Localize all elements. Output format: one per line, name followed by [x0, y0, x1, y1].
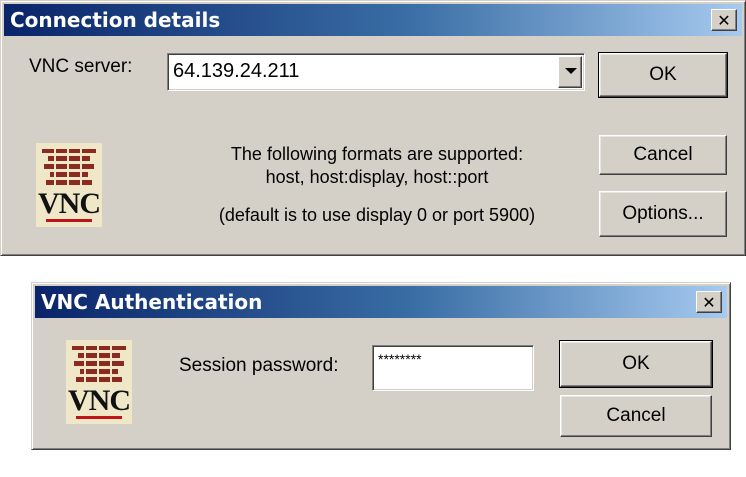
- ok-button[interactable]: OK: [598, 52, 728, 98]
- cancel-button[interactable]: Cancel: [599, 135, 727, 175]
- vnc-authentication-dialog: VNC Authentication ✕ VNC Session passwor: [31, 282, 731, 450]
- close-button[interactable]: ✕: [711, 9, 737, 31]
- logo-text: VNC: [38, 187, 101, 220]
- tightvnc-logo: VNC: [66, 340, 132, 424]
- connection-details-dialog: Connection details ✕ VNC server: 64.139.…: [0, 0, 746, 256]
- default-port-note: (default is to use display 0 or port 590…: [218, 205, 536, 225]
- formats-info-line1: The following formats are supported:: [230, 144, 524, 164]
- tightvnc-logo: VNC: [36, 143, 102, 227]
- vnc-server-value: 64.139.24.211: [173, 60, 300, 82]
- dialog-title: Connection details: [10, 8, 221, 32]
- session-password-field[interactable]: ********: [372, 345, 534, 391]
- chevron-down-icon[interactable]: [558, 56, 582, 88]
- dialog-title: VNC Authentication: [41, 290, 263, 314]
- session-password-value: ********: [378, 351, 422, 367]
- options-button[interactable]: Options...: [599, 191, 727, 237]
- cancel-button[interactable]: Cancel: [560, 395, 712, 437]
- close-button[interactable]: ✕: [696, 291, 722, 313]
- vnc-server-label: VNC server:: [29, 56, 133, 77]
- session-password-label: Session password:: [179, 355, 339, 376]
- title-bar[interactable]: VNC Authentication ✕: [35, 286, 727, 318]
- formats-info-line2: host, host:display, host::port: [265, 167, 489, 187]
- vnc-server-combobox[interactable]: 64.139.24.211: [167, 53, 585, 91]
- close-icon: ✕: [702, 293, 716, 312]
- ok-button[interactable]: OK: [559, 340, 713, 388]
- logo-text: VNC: [68, 384, 131, 417]
- title-bar[interactable]: Connection details ✕: [4, 4, 742, 36]
- close-icon: ✕: [717, 11, 731, 30]
